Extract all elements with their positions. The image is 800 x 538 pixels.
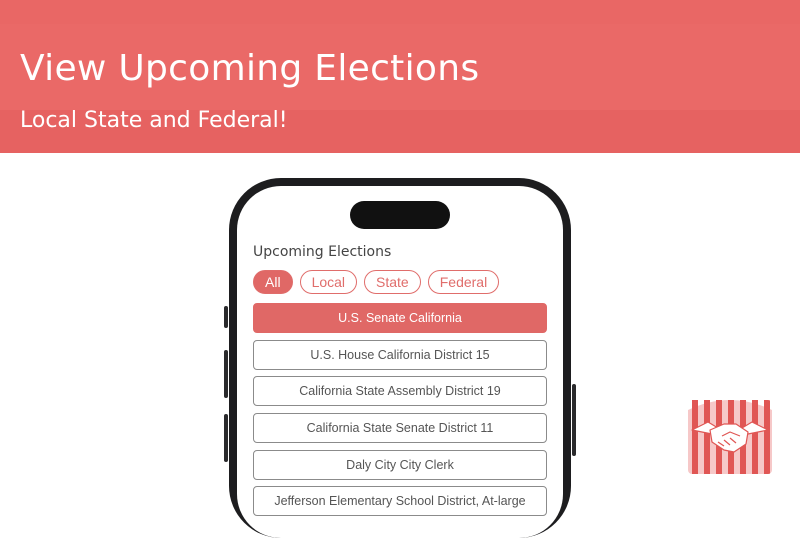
phone-volume-down <box>224 414 228 462</box>
filter-chips: All Local State Federal <box>253 270 500 294</box>
phone-volume-up <box>224 350 228 398</box>
hero-banner: View Upcoming Elections Local State and … <box>0 0 800 153</box>
election-item[interactable]: California State Assembly District 19 <box>253 376 547 407</box>
banner-subtitle: Local State and Federal! <box>20 108 288 133</box>
handshake-logo <box>688 400 772 474</box>
election-item[interactable]: Daly City City Clerk <box>253 449 547 480</box>
filter-chip-local[interactable]: Local <box>299 270 358 294</box>
screen-title: Upcoming Elections <box>253 244 392 260</box>
filter-chip-federal[interactable]: Federal <box>427 270 500 294</box>
filter-chip-state[interactable]: State <box>364 270 421 294</box>
handshake-icon <box>688 400 772 474</box>
banner-band <box>0 0 800 24</box>
election-list: U.S. Senate California U.S. House Califo… <box>253 303 547 523</box>
phone-screen: Upcoming Elections All Local State Feder… <box>237 186 563 538</box>
election-item[interactable]: California State Senate District 11 <box>253 413 547 444</box>
election-item[interactable]: U.S. House California District 15 <box>253 339 547 370</box>
dynamic-island <box>350 201 450 229</box>
phone-mute-switch <box>224 306 228 328</box>
phone-power-button <box>572 384 576 456</box>
filter-chip-all[interactable]: All <box>253 270 293 294</box>
election-item[interactable]: U.S. Senate California <box>253 303 547 333</box>
phone-mockup: Upcoming Elections All Local State Feder… <box>224 178 576 538</box>
banner-title: View Upcoming Elections <box>20 48 480 89</box>
election-item[interactable]: Jefferson Elementary School District, At… <box>253 486 547 517</box>
